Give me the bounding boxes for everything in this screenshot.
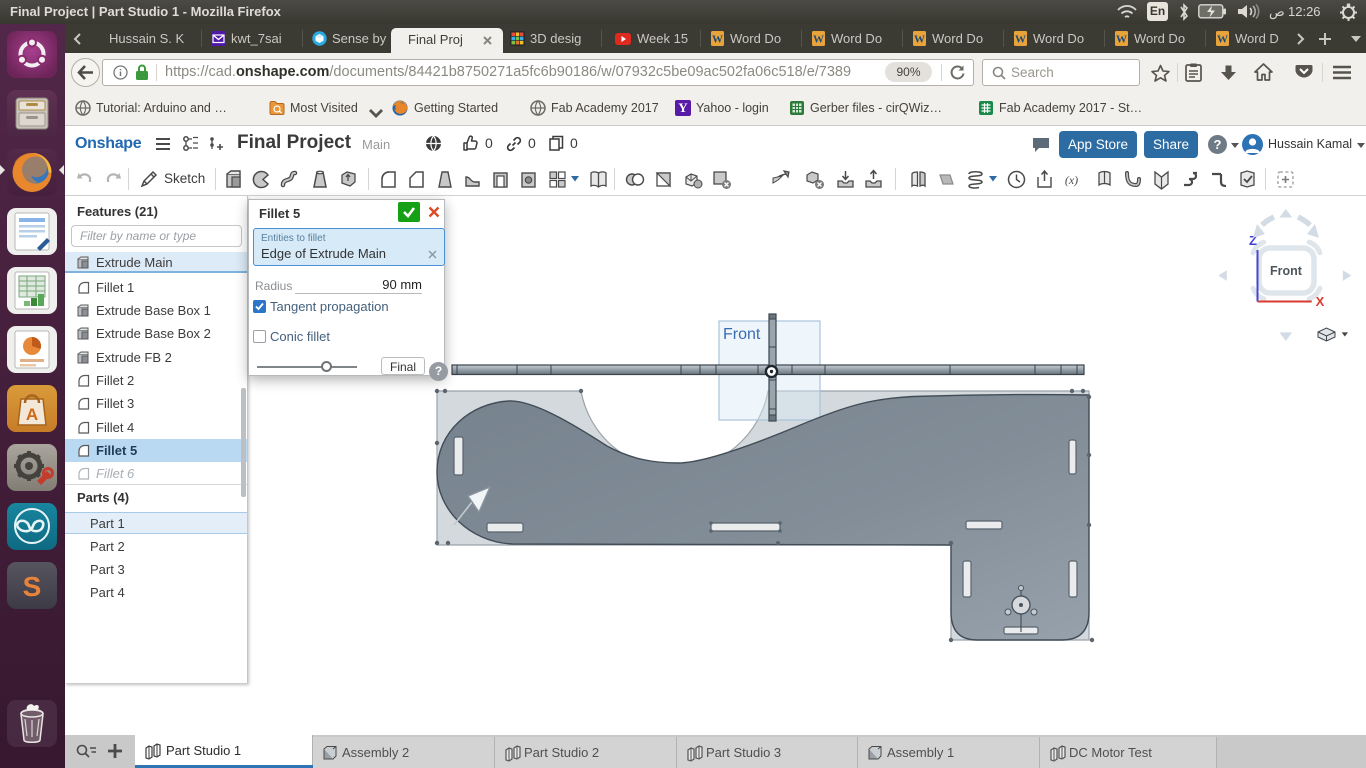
svg-text:S: S	[23, 571, 42, 602]
svg-text:A: A	[26, 405, 38, 424]
svg-text:W: W	[712, 34, 723, 46]
svg-text:(x): (x)	[1065, 173, 1078, 187]
svg-text:W: W	[1015, 34, 1026, 46]
svg-text:W: W	[1217, 34, 1228, 46]
svg-text:W: W	[914, 34, 925, 46]
svg-text:W: W	[1116, 34, 1127, 46]
svg-text:W: W	[813, 34, 824, 46]
svg-text:Front: Front	[723, 326, 761, 343]
svg-text:Front: Front	[1270, 264, 1303, 278]
svg-text:X: X	[1316, 294, 1325, 309]
